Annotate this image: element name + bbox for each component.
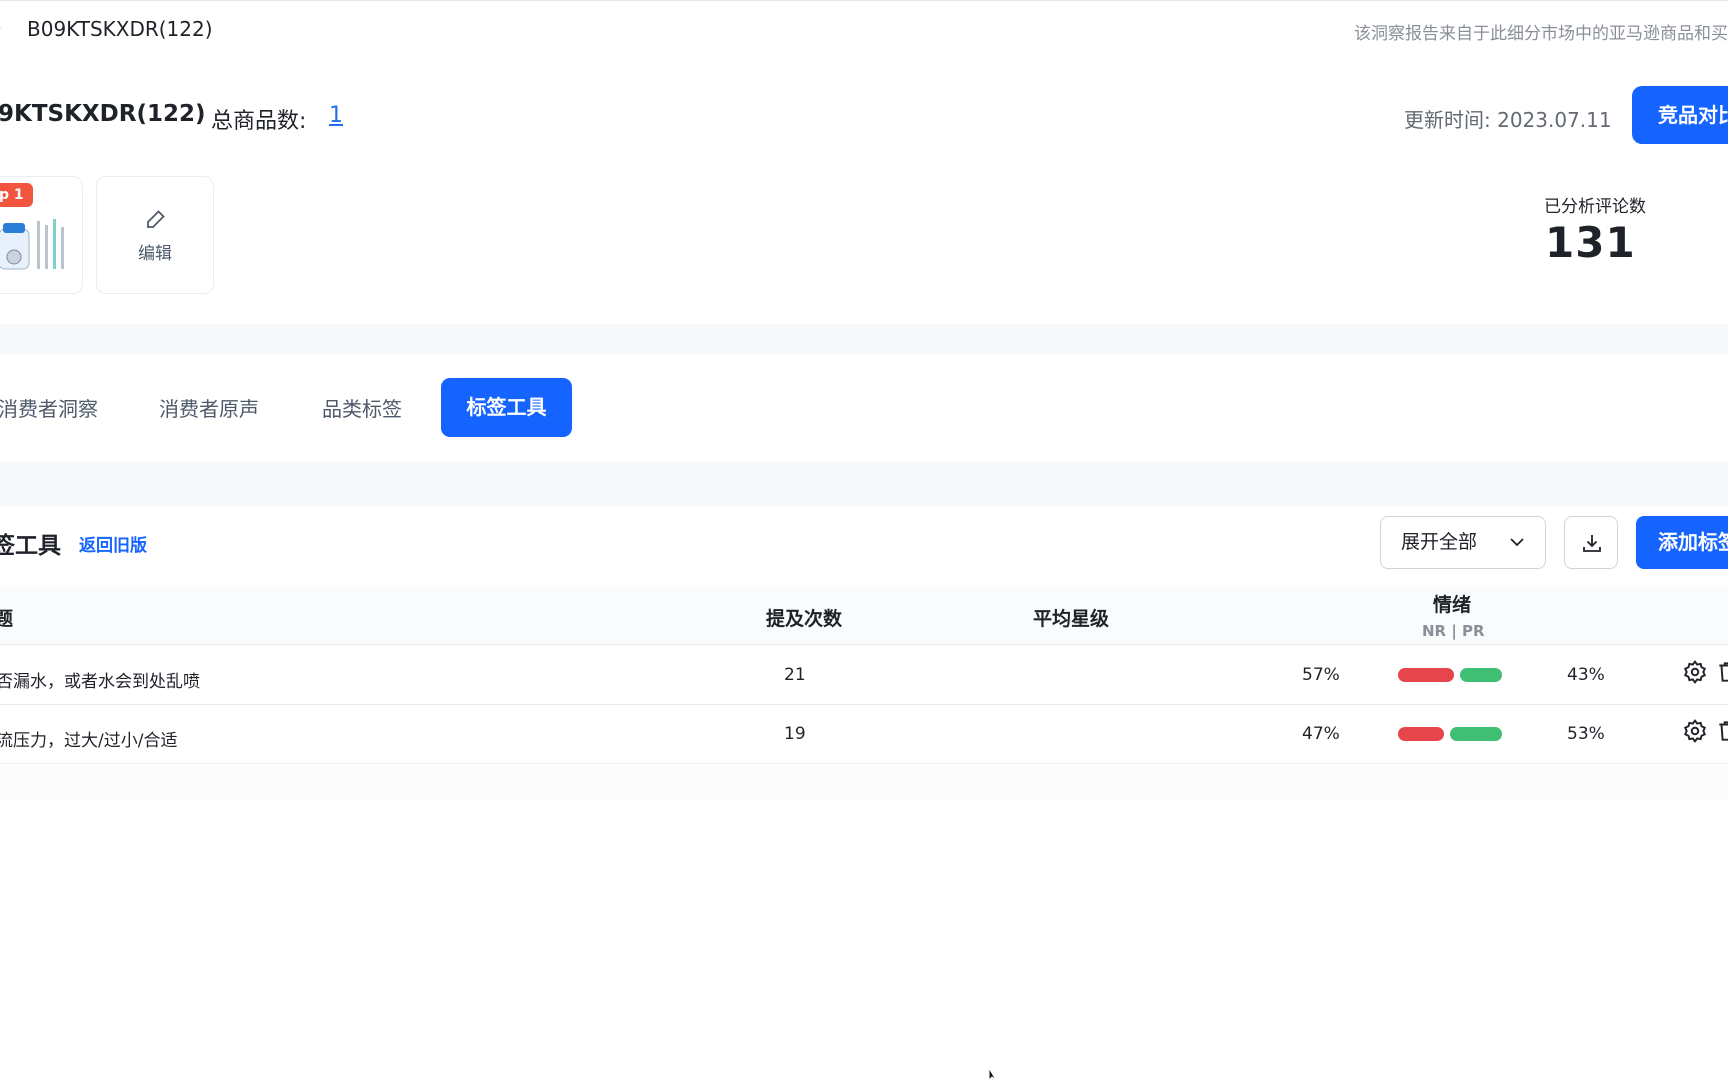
- row-nr-percent: 47%: [1302, 724, 1340, 744]
- divider: [0, 324, 1728, 354]
- page-title: 9KTSKXDR(122): [0, 101, 206, 127]
- tab-category-tags[interactable]: 品类标签: [322, 393, 402, 422]
- column-topic: 题: [0, 608, 14, 630]
- tab-tag-tool[interactable]: 标签工具: [441, 378, 572, 437]
- product-card[interactable]: p 1: [0, 176, 83, 294]
- expand-all-label: 展开全部: [1401, 531, 1478, 553]
- report-notice: 该洞察报告来自于此细分市场中的亚马逊商品和买: [1354, 24, 1728, 44]
- row-pr-percent: 43%: [1567, 665, 1605, 685]
- row-pr-percent: 53%: [1567, 724, 1605, 744]
- delete-icon[interactable]: [1715, 659, 1728, 685]
- expand-all-button[interactable]: 展开全部: [1380, 516, 1546, 569]
- download-button[interactable]: [1564, 516, 1618, 569]
- divider: [0, 766, 1728, 800]
- table-row[interactable]: 否漏水，或者水会到处乱喷 21 57% 43%: [0, 646, 1728, 705]
- row-topic: 否漏水，或者水会到处乱喷: [0, 672, 200, 692]
- rank-badge: p 1: [0, 183, 33, 207]
- row-topic: 流压力，过大/过小/合适: [0, 731, 178, 751]
- chevron-down-icon: [1510, 538, 1524, 547]
- row-mentions: 21: [784, 665, 806, 685]
- total-products-label: 总商品数:: [211, 109, 307, 134]
- mouse-cursor-icon: [988, 1068, 997, 1080]
- column-avg-rating[interactable]: 平均星级: [1033, 604, 1109, 631]
- pr-bar: [1450, 727, 1502, 741]
- pencil-icon: [147, 210, 165, 228]
- delete-icon[interactable]: [1715, 718, 1728, 744]
- tab-consumer-insight[interactable]: 消费者洞察: [0, 393, 98, 422]
- section-title: 签工具: [0, 533, 61, 559]
- nr-bar: [1398, 668, 1454, 682]
- product-image: [0, 219, 64, 270]
- column-sentiment: 情绪: [1433, 594, 1472, 616]
- pr-bar: [1460, 668, 1502, 682]
- settings-icon[interactable]: [1682, 718, 1708, 744]
- update-time: 更新时间: 2023.07.11: [1404, 108, 1612, 132]
- row-mentions: 19: [784, 724, 806, 744]
- chevron-right-icon[interactable]: ›: [0, 15, 2, 39]
- back-to-old-version-link[interactable]: 返回旧版: [79, 531, 147, 556]
- add-tag-button[interactable]: 添加标签: [1636, 516, 1728, 569]
- page: › B09KTSKXDR(122) 该洞察报告来自于此细分市场中的亚马逊商品和买…: [0, 0, 1728, 1080]
- row-nr-percent: 57%: [1302, 665, 1340, 685]
- analyzed-reviews-count: 131: [1545, 218, 1636, 267]
- total-products-link[interactable]: 1: [329, 103, 343, 128]
- settings-icon[interactable]: [1682, 659, 1708, 685]
- column-sentiment-sub: NR | PR: [1422, 622, 1485, 640]
- breadcrumb-current: B09KTSKXDR(122): [27, 17, 213, 41]
- download-icon: [1583, 535, 1601, 552]
- table-row[interactable]: 流压力，过大/过小/合适 19 47% 53%: [0, 705, 1728, 764]
- column-mentions[interactable]: 提及次数: [766, 604, 842, 631]
- analyzed-reviews-label: 已分析评论数: [1544, 197, 1646, 217]
- nr-bar: [1398, 727, 1444, 741]
- divider: [0, 462, 1728, 506]
- compare-button[interactable]: 竞品对比: [1632, 86, 1728, 144]
- breadcrumb: › B09KTSKXDR(122) 该洞察报告来自于此细分市场中的亚马逊商品和买: [0, 0, 1728, 56]
- edit-label: 编辑: [138, 244, 172, 264]
- tab-consumer-voice[interactable]: 消费者原声: [159, 393, 259, 422]
- edit-card[interactable]: 编辑: [96, 176, 214, 294]
